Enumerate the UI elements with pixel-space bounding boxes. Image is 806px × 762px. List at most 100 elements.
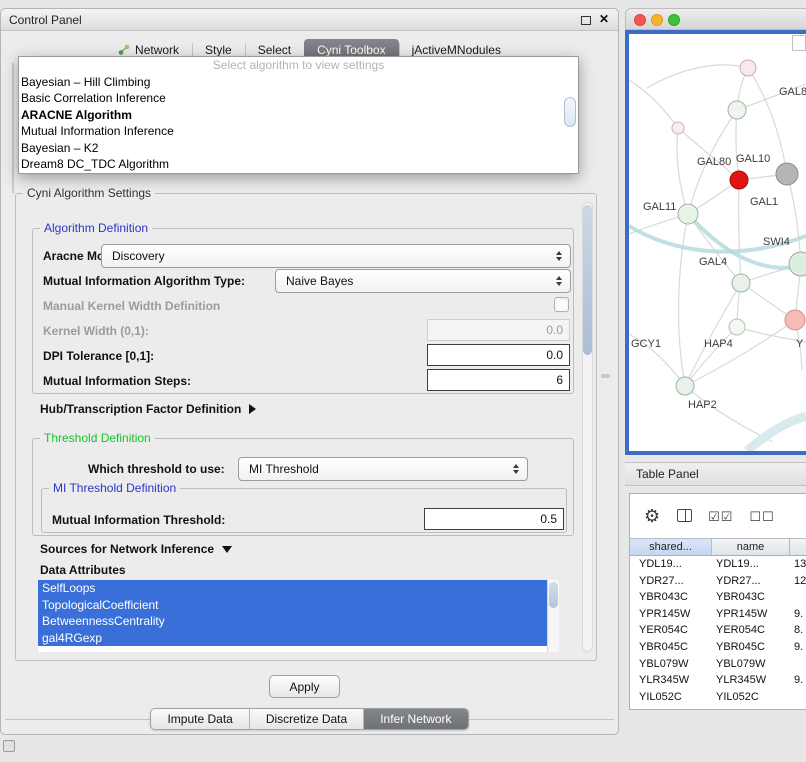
data-attribute-item[interactable]: gal4RGexp: [38, 630, 547, 647]
network-titlebar[interactable]: [625, 8, 806, 30]
table-cell: YIL052C: [712, 689, 790, 706]
hub-transcription-section[interactable]: Hub/Transcription Factor Definition: [40, 402, 256, 416]
table-row[interactable]: YIL052CYIL052C: [630, 689, 806, 706]
table-cell: YDR27...: [712, 573, 790, 590]
algorithm-option[interactable]: Bayesian – Hill Climbing: [19, 74, 578, 90]
tab-impute-data[interactable]: Impute Data: [151, 709, 248, 729]
network-node-red[interactable]: [730, 171, 748, 189]
table-row[interactable]: YPR145WYPR145W9.: [630, 606, 806, 623]
which-threshold-dropdown[interactable]: MI Threshold: [238, 457, 528, 481]
settings-scrollbar-thumb[interactable]: [583, 205, 592, 355]
network-node-gray[interactable]: [776, 163, 798, 185]
network-window: GAL8GAL80GAL10GAL11GAL1SWI4GAL4GCY1HAP4Y…: [625, 8, 806, 455]
data-attribute-item[interactable]: SelfLoops: [38, 580, 547, 597]
dpi-tolerance-field[interactable]: 0.0: [427, 344, 570, 366]
network-view-frame: GAL8GAL80GAL10GAL11GAL1SWI4GAL4GCY1HAP4Y…: [625, 30, 806, 455]
mi-algorithm-type-dropdown[interactable]: Naive Bayes: [275, 269, 571, 293]
gear-icon[interactable]: ⚙: [644, 507, 661, 525]
manual-kernel-width-checkbox[interactable]: [554, 297, 569, 312]
apply-button[interactable]: Apply: [269, 675, 340, 698]
table-cell: YBL079W: [712, 656, 790, 673]
dropdown-arrows-icon: [556, 276, 562, 286]
columns-icon[interactable]: [677, 509, 692, 524]
network-edge: [647, 65, 748, 88]
node-label: GAL4: [699, 256, 727, 268]
network-tab-icon: [118, 44, 130, 56]
attributes-scrollbar[interactable]: [547, 580, 559, 652]
table-cell: [790, 589, 806, 606]
mi-threshold-field[interactable]: 0.5: [424, 508, 564, 530]
network-node-green-top[interactable]: [728, 101, 746, 119]
mi-threshold-label: Mutual Information Threshold:: [52, 513, 225, 527]
network-node-green-gal4[interactable]: [732, 274, 750, 292]
popup-scrollbar[interactable]: [564, 97, 576, 127]
algorithm-option[interactable]: Bayesian – K2: [19, 140, 578, 156]
table-row[interactable]: YLR345WYLR345W9.: [630, 672, 806, 689]
network-node-green-gal1[interactable]: [678, 204, 698, 224]
table-cell: YBR045C: [630, 639, 712, 656]
tab-discretize-data[interactable]: Discretize Data: [249, 709, 363, 729]
network-edge: [685, 386, 773, 442]
table-row[interactable]: YDR27...YDR27...12: [630, 573, 806, 590]
table-cell: 13: [790, 556, 806, 573]
data-attribute-item[interactable]: TopologicalCoefficient: [38, 597, 547, 614]
attributes-scrollbar-thumb[interactable]: [549, 582, 558, 608]
node-label: GCY1: [631, 338, 661, 350]
mi-algorithm-type-label: Mutual Information Algorithm Type:: [43, 274, 245, 288]
mi-algorithm-type-value: Naive Bayes: [286, 274, 353, 288]
network-tool-button[interactable]: [792, 35, 806, 51]
table-row[interactable]: YDL19...YDL19...13: [630, 556, 806, 573]
table-body: YDL19...YDL19...13YDR27...YDR27...12YBR0…: [630, 556, 806, 705]
sources-section[interactable]: Sources for Network Inference: [40, 542, 232, 556]
network-node-green-hap2[interactable]: [676, 377, 694, 395]
network-canvas[interactable]: GAL8GAL80GAL10GAL11GAL1SWI4GAL4GCY1HAP4Y…: [629, 34, 806, 451]
aracne-mode-dropdown[interactable]: Discovery: [101, 244, 571, 268]
table-toolbar: ⚙ ☑☑ ☐☐: [630, 494, 806, 538]
aracne-mode-value: Discovery: [112, 249, 165, 263]
column-header-extra[interactable]: [790, 539, 806, 555]
mi-steps-field[interactable]: 6: [427, 369, 570, 391]
table-cell: YER054C: [712, 622, 790, 639]
network-node-green-right[interactable]: [789, 252, 806, 276]
table-row[interactable]: YBR043CYBR043C: [630, 589, 806, 606]
columns-icon-glyph: [677, 509, 692, 522]
close-traffic-light[interactable]: [634, 14, 646, 26]
column-header-shared-name[interactable]: shared...: [630, 539, 712, 555]
mi-steps-label: Mutual Information Steps:: [43, 374, 191, 388]
network-edge: [739, 180, 741, 283]
dropdown-arrows-icon: [556, 251, 562, 261]
dpi-tolerance-value: 0.0: [546, 348, 563, 362]
column-header-name[interactable]: name: [712, 539, 790, 555]
table-row[interactable]: YER054CYER054C8.: [630, 622, 806, 639]
table-row[interactable]: YBL079WYBL079W: [630, 656, 806, 673]
table-row[interactable]: YBR045CYBR045C9.: [630, 639, 806, 656]
data-attribute-item[interactable]: BetweennessCentrality: [38, 613, 547, 630]
expanded-arrow-icon: [222, 546, 232, 553]
algorithm-option[interactable]: ARACNE Algorithm: [19, 107, 578, 123]
minimize-traffic-light[interactable]: [651, 14, 663, 26]
tab-label: Cyni Toolbox: [317, 43, 385, 57]
tab-label: Select: [258, 43, 291, 57]
table-panel-header: Table Panel: [625, 462, 806, 486]
splitter-handle[interactable]: [601, 374, 610, 378]
algorithm-option[interactable]: Basic Correlation Inference: [19, 90, 578, 106]
close-icon[interactable]: ✕: [599, 12, 609, 26]
network-node-pink-top[interactable]: [740, 60, 756, 76]
deselect-all-icon[interactable]: ☐☐: [749, 510, 774, 523]
algorithm-option[interactable]: Dream8 DC_TDC Algorithm: [19, 156, 578, 172]
network-node-pink-small[interactable]: [672, 122, 684, 134]
algorithm-option[interactable]: Mutual Information Inference: [19, 123, 578, 139]
select-all-icon[interactable]: ☑☑: [708, 510, 733, 523]
float-window-icon[interactable]: [581, 16, 591, 25]
zoom-traffic-light[interactable]: [668, 14, 680, 26]
network-edge: [678, 128, 739, 180]
tab-infer-network[interactable]: Infer Network: [363, 709, 467, 729]
table-cell: [790, 689, 806, 706]
network-node-green-pale[interactable]: [729, 319, 745, 335]
kernel-width-field[interactable]: 0.0: [427, 319, 570, 341]
network-node-salmon[interactable]: [785, 310, 805, 330]
settings-scrollbar[interactable]: [582, 202, 593, 652]
table-cell: YBR043C: [630, 589, 712, 606]
node-label: GAL1: [750, 196, 778, 208]
collapsed-panel-icon[interactable]: [3, 740, 15, 752]
